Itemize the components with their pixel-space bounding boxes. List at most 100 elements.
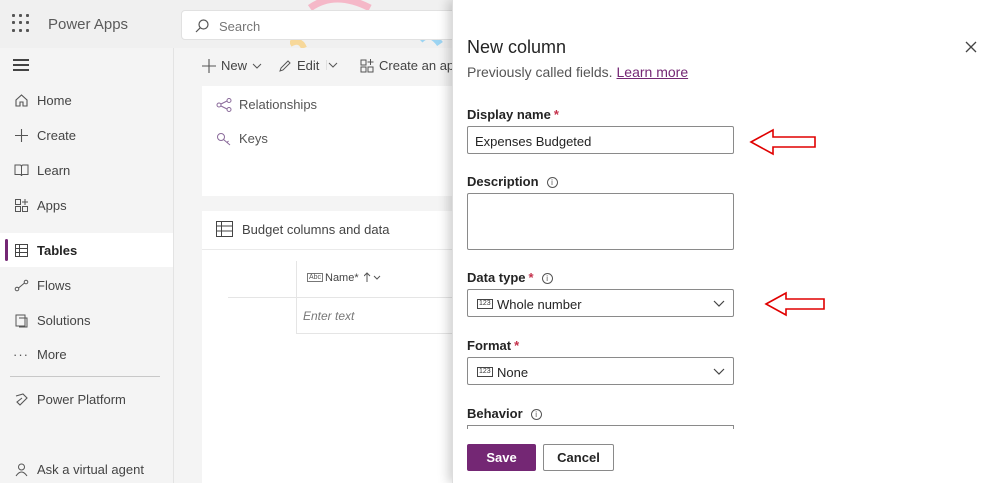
home-icon [12,91,30,109]
keys-link[interactable]: Keys [216,131,268,146]
display-name-value: Expenses Budgeted [475,134,592,149]
edit-button[interactable]: Edit [278,58,319,73]
annotation-arrow-icon [749,128,816,156]
nav-item-create[interactable]: Create [0,118,173,152]
book-icon [12,161,30,179]
nav-item-learn[interactable]: Learn [0,153,173,187]
divider [202,249,452,250]
flow-icon [12,276,30,294]
column-header-label: Name* [325,272,382,284]
app-title[interactable]: Power Apps [48,16,128,33]
chevron-down-icon [252,63,262,69]
column-header-name[interactable]: Abc Name* [296,261,452,298]
name-cell-input[interactable]: Enter text [296,298,452,334]
format-dropdown[interactable]: 123 None [467,357,734,385]
nav-label: Create [37,127,77,143]
table-icon [216,221,233,237]
agent-icon [12,460,30,478]
nav-item-home[interactable]: Home [0,83,173,117]
app-launcher-icon[interactable] [12,14,30,32]
data-type-label-text: Data type [467,270,526,285]
nav-divider [10,376,160,377]
table-icon [12,241,30,259]
nav-item-power-platform[interactable]: Power Platform [0,382,173,416]
nav-label: Flows [37,277,71,293]
save-button[interactable]: Save [467,444,536,471]
close-icon[interactable] [961,37,981,57]
behavior-label-text: Behavior [467,406,523,421]
table-data-card: Budget columns and data Abc Name* Enter … [202,211,452,483]
data-type-dropdown[interactable]: 123 Whole number [467,289,734,317]
new-label: New [221,58,248,73]
new-button[interactable]: New [202,58,262,73]
column-header-text: Name [325,272,355,284]
text-type-icon: Abc [307,273,324,282]
pencil-icon [279,59,291,72]
description-field[interactable] [467,193,734,250]
hamburger-menu-icon[interactable] [13,59,29,74]
display-name-field[interactable]: Expenses Budgeted [467,126,734,154]
relationships-icon [216,97,232,112]
cell-placeholder: Enter text [303,309,355,323]
nav-item-tables[interactable]: Tables [0,233,173,267]
nav-label: Home [37,92,72,108]
new-column-panel: New column Previously called fields. Lear… [452,0,999,483]
nav-label: Apps [37,197,67,213]
key-icon [217,132,231,145]
nav-item-apps[interactable]: Apps [0,188,173,222]
keys-label: Keys [239,131,268,146]
command-bar: New Edit Create an app [174,48,461,84]
search-icon [195,19,209,33]
relationships-link[interactable]: Relationships [216,97,317,112]
behavior-dropdown[interactable] [467,425,734,429]
apps-icon [12,196,30,214]
number-type-icon: 123 [477,367,493,377]
chevron-down-icon [713,368,725,375]
required-mark: * [528,270,534,285]
subtitle-text: Previously called fields. [467,64,613,80]
nav-item-more[interactable]: ··· More [0,337,173,371]
solutions-icon [12,311,30,329]
cancel-button[interactable]: Cancel [543,444,614,471]
data-type-label: Data type * i [467,270,553,285]
search-placeholder: Search [219,19,261,34]
nav-label: More [37,346,67,362]
table-properties-card: Relationships Keys [202,86,452,196]
required-mark: * [514,338,520,353]
data-card-title: Budget columns and data [242,222,390,237]
info-icon[interactable]: i [546,177,558,188]
relationships-label: Relationships [239,97,318,112]
info-icon[interactable]: i [541,273,553,284]
create-app-button[interactable]: Create an app [360,58,461,73]
nav-label: Learn [37,162,71,178]
info-icon[interactable]: i [530,409,542,420]
nav-item-solutions[interactable]: Solutions [0,303,173,337]
plus-icon [12,126,30,144]
panel-title: New column [467,37,567,57]
main-content: New Edit Create an app Relationships Key… [174,48,461,483]
more-commands-chevron-icon[interactable] [326,60,338,70]
plus-icon [202,58,216,73]
display-name-label-text: Display name [467,107,551,122]
power-platform-icon [12,390,30,408]
format-value: None [497,365,529,380]
grid-line [228,297,298,298]
learn-more-link[interactable]: Learn more [617,64,689,80]
data-type-value: Whole number [497,297,582,312]
nav-label: Solutions [37,312,91,328]
description-label-text: Description [467,174,539,189]
nav-item-virtual-agent[interactable]: Ask a virtual agent [0,452,173,483]
search-input[interactable]: Search [181,10,461,40]
edit-label: Edit [297,58,320,73]
annotation-arrow-icon [764,291,825,317]
chevron-down-icon [713,300,725,307]
nav-item-flows[interactable]: Flows [0,268,173,302]
left-navigation: Home Create Learn Apps Tables Flows Solu… [0,48,174,483]
required-mark: * [553,107,559,122]
behavior-label: Behavior i [467,406,542,421]
nav-label: Power Platform [37,391,126,407]
apps-icon [360,58,374,72]
sort-chevron-icon [363,272,381,282]
nav-label: Ask a virtual agent [37,461,144,477]
description-label: Description i [467,174,558,189]
